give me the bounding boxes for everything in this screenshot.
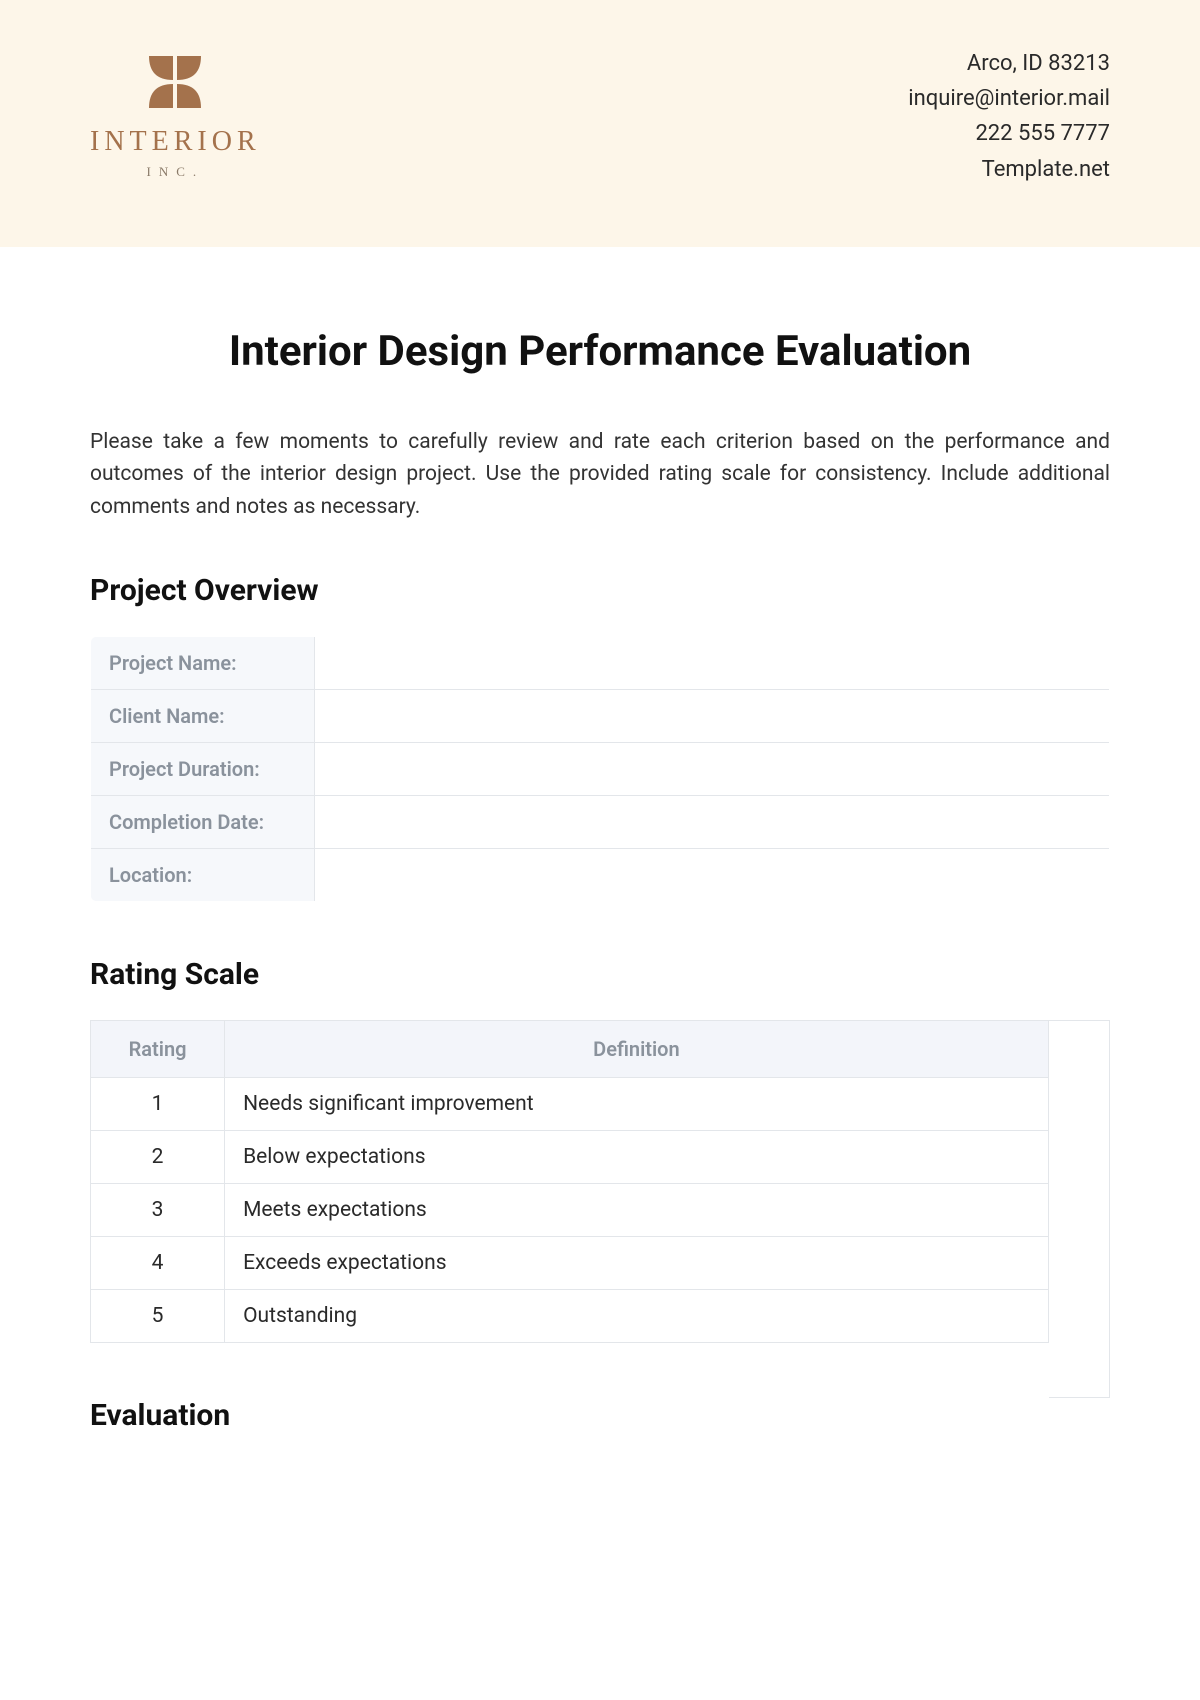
definition-header: Definition (225, 1021, 1049, 1078)
rating-number: 1 (91, 1078, 225, 1131)
overview-label: Client Name: (91, 690, 315, 743)
project-overview-table: Project Name: Client Name: Project Durat… (90, 636, 1110, 902)
overview-label: Project Duration: (91, 743, 315, 796)
contact-phone: 222 555 7777 (908, 116, 1110, 151)
rating-definition: Below expectations (225, 1131, 1049, 1184)
rating-definition: Outstanding (225, 1290, 1049, 1343)
overview-label: Project Name: (91, 637, 315, 690)
rating-definition: Meets expectations (225, 1184, 1049, 1237)
overview-value[interactable] (315, 637, 1110, 690)
rating-number: 4 (91, 1237, 225, 1290)
rating-scale-table: Rating Definition 1 Needs significant im… (90, 1020, 1049, 1343)
company-logo-icon (143, 50, 207, 114)
intro-paragraph: Please take a few moments to carefully r… (90, 426, 1110, 524)
table-row: Completion Date: (91, 796, 1110, 849)
letterhead-header: INTERIOR INC. Arco, ID 83213 inquire@int… (0, 0, 1200, 247)
contact-block: Arco, ID 83213 inquire@interior.mail 222… (908, 40, 1110, 187)
overview-value[interactable] (315, 690, 1110, 743)
overview-value[interactable] (315, 796, 1110, 849)
document-body: Interior Design Performance Evaluation P… (0, 247, 1200, 1502)
rating-definition: Needs significant improvement (225, 1078, 1049, 1131)
table-header-row: Rating Definition (91, 1021, 1049, 1078)
table-row: Location: (91, 849, 1110, 902)
table-row: Project Name: (91, 637, 1110, 690)
logo-block: INTERIOR INC. (90, 40, 261, 180)
overview-value[interactable] (315, 743, 1110, 796)
table-row: 2 Below expectations (91, 1131, 1049, 1184)
contact-site: Template.net (908, 152, 1110, 187)
contact-address: Arco, ID 83213 (908, 46, 1110, 81)
table-row: 4 Exceeds expectations (91, 1237, 1049, 1290)
rating-number: 3 (91, 1184, 225, 1237)
rating-scale-wrap: Rating Definition 1 Needs significant im… (90, 1020, 1110, 1398)
table-row: Project Duration: (91, 743, 1110, 796)
table-gutter (1049, 1020, 1110, 1398)
rating-number: 5 (91, 1290, 225, 1343)
company-name: INTERIOR (90, 126, 261, 158)
table-row: Client Name: (91, 690, 1110, 743)
company-subname: INC. (147, 164, 205, 180)
section-evaluation-title: Evaluation (90, 1398, 1110, 1433)
section-project-overview-title: Project Overview (90, 573, 1110, 608)
table-row: 5 Outstanding (91, 1290, 1049, 1343)
rating-number: 2 (91, 1131, 225, 1184)
page-title: Interior Design Performance Evaluation (90, 327, 1110, 376)
table-row: 1 Needs significant improvement (91, 1078, 1049, 1131)
overview-label: Completion Date: (91, 796, 315, 849)
overview-value[interactable] (315, 849, 1110, 902)
rating-definition: Exceeds expectations (225, 1237, 1049, 1290)
section-rating-scale-title: Rating Scale (90, 957, 1110, 992)
rating-header: Rating (91, 1021, 225, 1078)
overview-label: Location: (91, 849, 315, 902)
contact-email: inquire@interior.mail (908, 81, 1110, 116)
table-row: 3 Meets expectations (91, 1184, 1049, 1237)
